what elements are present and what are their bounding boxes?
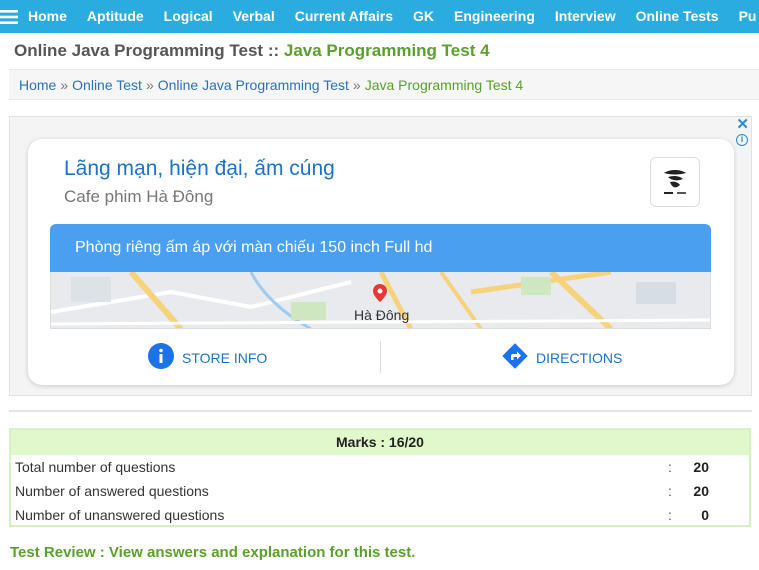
table-row: Number of answered questions : 20 — [11, 479, 749, 503]
map-location-label: Hà Đông — [354, 307, 410, 323]
row-label: Number of unanswered questions — [15, 507, 225, 523]
breadcrumb-current: Java Programming Test 4 — [364, 76, 524, 93]
directions-label: DIRECTIONS — [536, 349, 623, 366]
nav-current-affairs[interactable]: Current Affairs — [285, 0, 403, 33]
row-label: Number of answered questions — [15, 483, 209, 499]
directions-button[interactable]: DIRECTIONS — [502, 343, 622, 372]
nav-logical[interactable]: Logical — [154, 0, 223, 33]
nav-aptitude[interactable]: Aptitude — [77, 0, 154, 33]
ad-actions: STORE INFO DIRECTIONS — [50, 339, 711, 375]
row-value: 20 — [693, 459, 709, 475]
ad-title[interactable]: Lãng mạn, hiện đại, ấm cúng — [64, 157, 335, 181]
nav-verbal[interactable]: Verbal — [223, 0, 285, 33]
nav-engineering[interactable]: Engineering — [444, 0, 545, 33]
nav-interview[interactable]: Interview — [545, 0, 626, 33]
ad-frame: ✕ i Lãng mạn, hiện đại, ấm cúng Cafe phi… — [9, 116, 752, 396]
test-review-link[interactable]: Test Review : View answers and explanati… — [10, 544, 415, 561]
row-value: 0 — [701, 507, 709, 523]
ad-banner[interactable]: Phòng riêng ấm áp với màn chiếu 150 inch… — [50, 224, 711, 272]
nav-gk[interactable]: GK — [403, 0, 444, 33]
row-colon: : — [668, 483, 672, 499]
directions-icon — [502, 343, 528, 372]
row-label: Total number of questions — [15, 459, 176, 475]
info-icon — [148, 343, 174, 372]
breadcrumb-online-test[interactable]: Online Test — [72, 77, 142, 93]
nav-puzzles[interactable]: Pu — [729, 0, 759, 33]
map-pin-icon — [373, 284, 387, 307]
ad-info-icon[interactable]: i — [736, 134, 748, 146]
table-row: Number of unanswered questions : 0 — [11, 503, 749, 527]
breadcrumb: Home » Online Test » Online Java Program… — [9, 69, 759, 100]
row-colon: : — [668, 507, 672, 523]
row-value: 20 — [693, 483, 709, 499]
store-info-button[interactable]: STORE INFO — [148, 343, 267, 372]
breadcrumb-home[interactable]: Home — [19, 77, 56, 93]
breadcrumb-separator: » — [352, 76, 361, 93]
top-navbar: Home Aptitude Logical Verbal Current Aff… — [0, 0, 759, 33]
ad-close-icon[interactable]: ✕ — [736, 117, 749, 132]
row-colon: : — [668, 459, 672, 475]
nav-home[interactable]: Home — [18, 0, 77, 33]
ad-subtitle: Cafe phim Hà Đông — [64, 187, 214, 206]
ad-actions-divider — [380, 341, 381, 373]
menu-icon[interactable] — [0, 0, 18, 33]
page-title-sub: Java Programming Test 4 — [283, 41, 490, 60]
page-title-main: Online Java Programming Test — [14, 41, 264, 60]
breadcrumb-java-test[interactable]: Online Java Programming Test — [158, 77, 349, 93]
page-title: Online Java Programming Test :: Java Pro… — [14, 41, 490, 61]
ad-card[interactable]: Lãng mạn, hiện đại, ấm cúng Cafe phim Hà… — [28, 139, 734, 385]
breadcrumb-separator: » — [60, 76, 69, 93]
table-row: Total number of questions : 20 — [11, 455, 749, 479]
section-divider — [9, 410, 752, 412]
result-table: Marks : 16/20 Total number of questions … — [9, 428, 751, 527]
nav-online-tests[interactable]: Online Tests — [626, 0, 729, 33]
page-title-separator: :: — [263, 41, 284, 60]
store-info-label: STORE INFO — [182, 349, 268, 366]
marks-header: Marks : 16/20 — [11, 430, 749, 455]
breadcrumb-separator: » — [145, 76, 154, 93]
ad-logo — [650, 157, 700, 207]
ad-map[interactable]: Hà Đông — [50, 272, 711, 329]
